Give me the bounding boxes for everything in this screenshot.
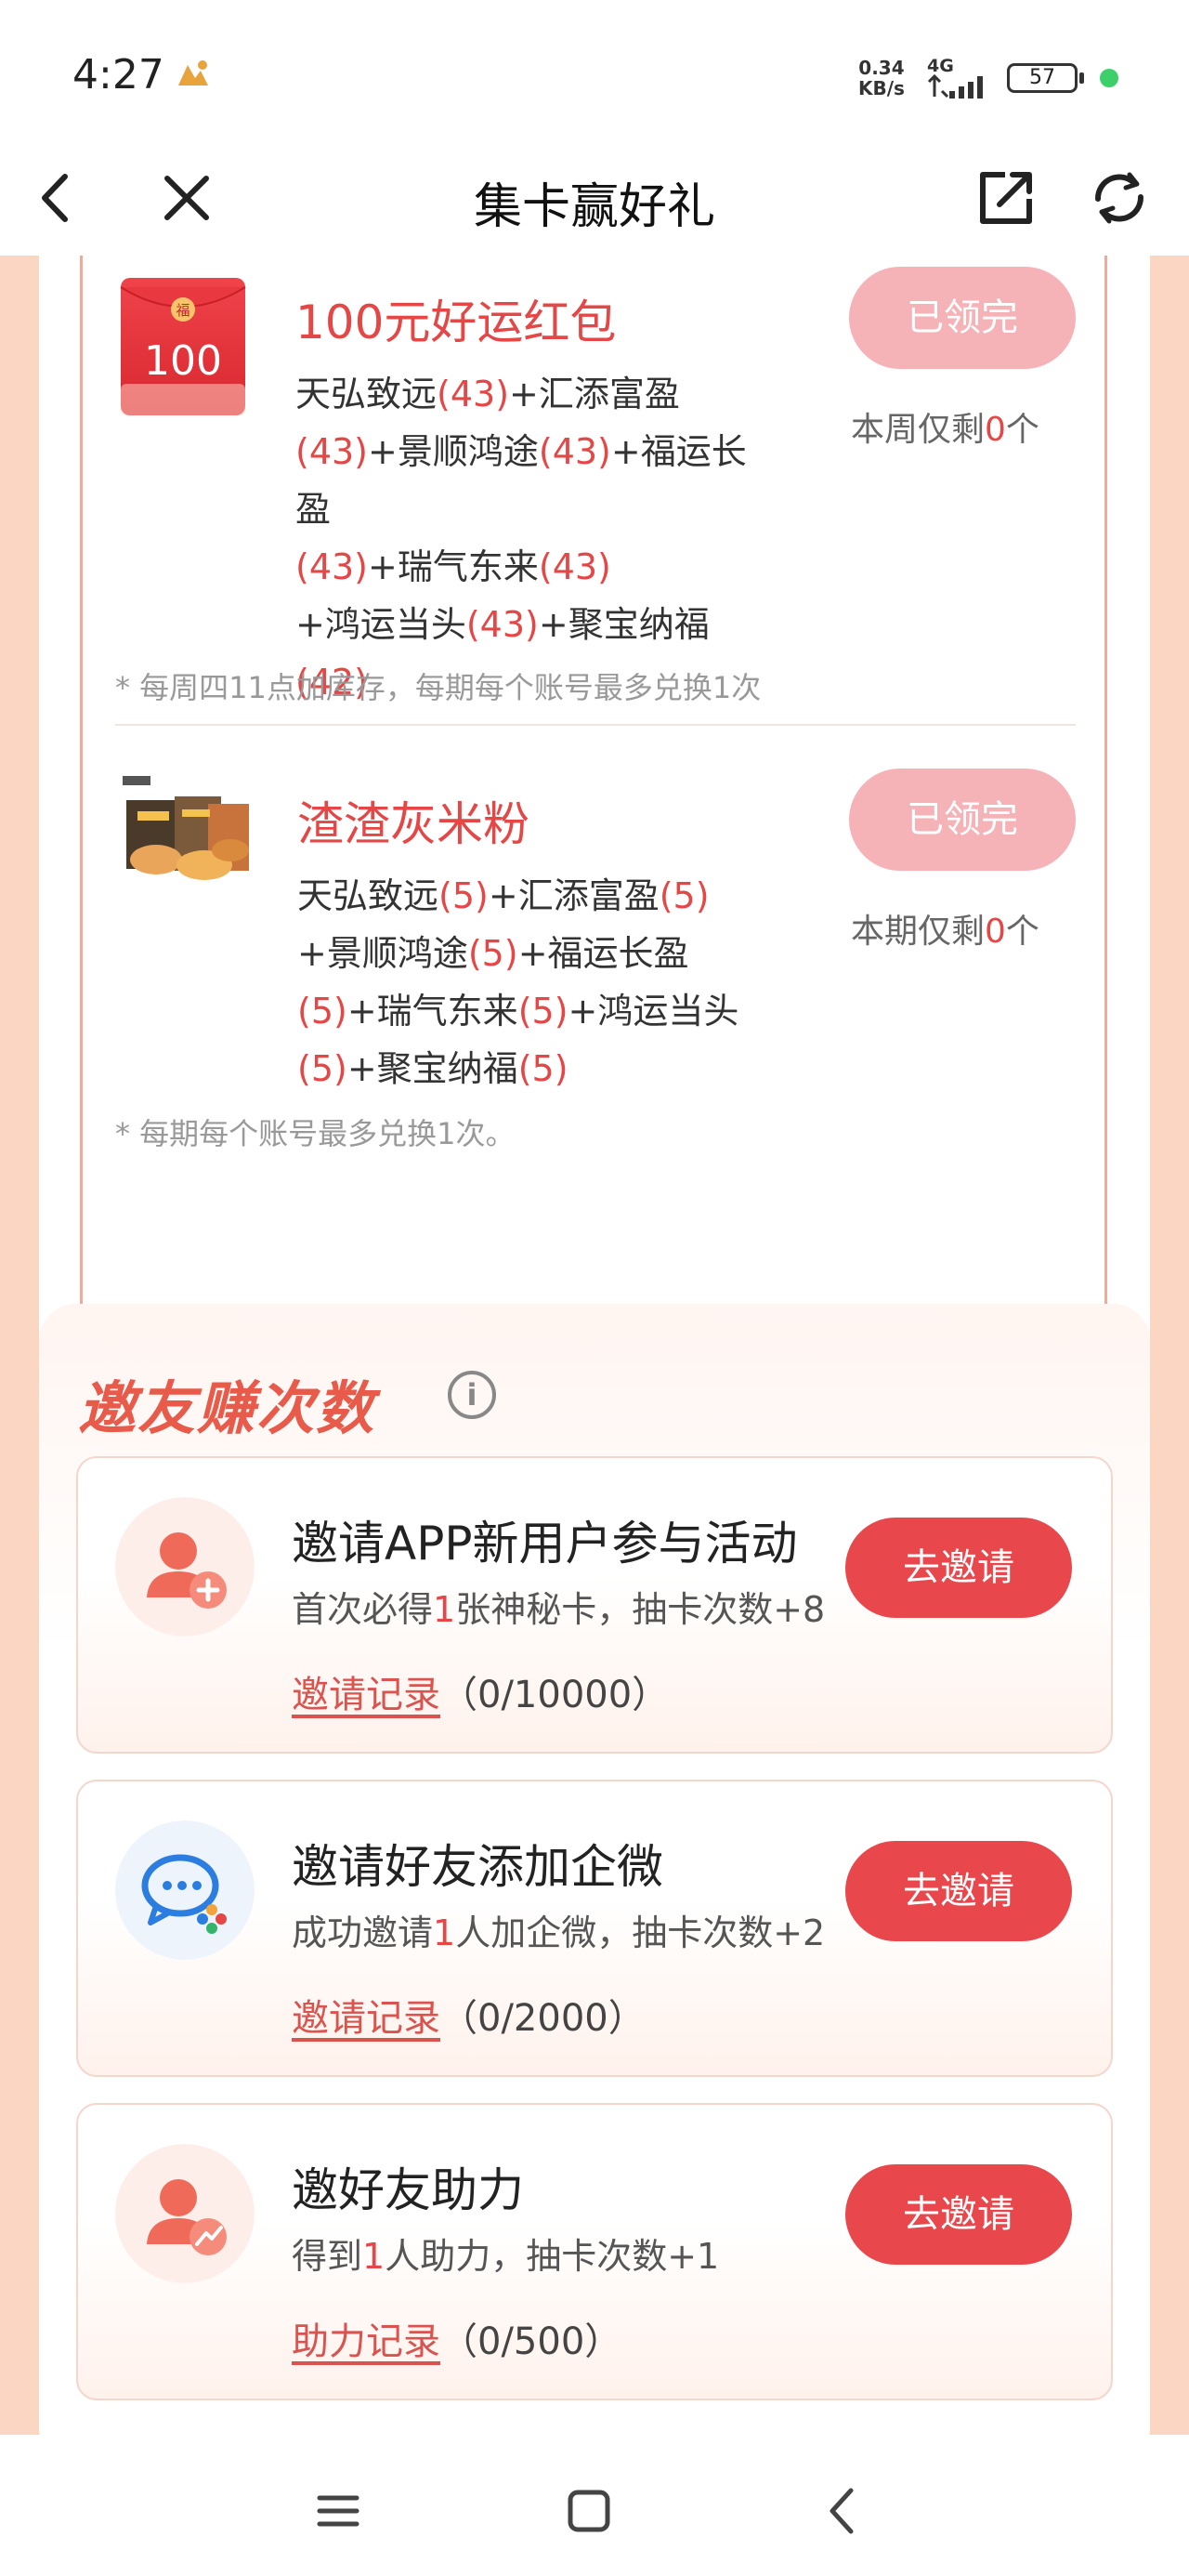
invite-task-card: 邀请好友添加企微 成功邀请1人加企微，抽卡次数+2 邀请记录 （0/2000） … [76,1780,1113,2077]
remaining-stock: 本期仅剩0个 [851,913,1039,951]
remaining-stock: 本周仅剩0个 [851,411,1039,449]
status-bar: 4:27 0.34 KB/s 4G 57 [0,0,1189,139]
battery-icon: 57 [1007,63,1078,93]
card-recipe: 天弘致远(43)+汇添富盈 (43)+景顺鸿途(43)+福运长盈 (43)+瑞气… [295,374,747,703]
info-icon[interactable]: i [448,1371,496,1419]
status-dot [1100,69,1118,87]
refresh-icon[interactable] [1087,165,1152,230]
badge-value: 100 [144,337,222,385]
red-packet-image: 福 100 [120,278,246,415]
page-content[interactable]: 福 100 100元好运红包 天弘致远(43)+汇添富盈 (43)+景顺鸿途(4… [0,256,1189,2435]
system-nav-bar [0,2435,1189,2576]
invite-button[interactable]: 去邀请 [845,1841,1072,1941]
status-time: 4:27 [72,51,164,99]
record-count: （0/500） [440,2320,622,2363]
task-desc: 成功邀请1人加企微，抽卡次数+2 [292,1912,826,1953]
rice-noodle-image [119,769,251,889]
claimed-button[interactable]: 已领完 [849,769,1076,871]
task-title: 邀好友助力 [292,2163,524,2217]
invite-record-link[interactable]: 邀请记录 [292,1988,440,2042]
back-nav-icon[interactable] [816,2483,871,2539]
card-recipe: 天弘致远(5)+汇添富盈(5) +景顺鸿途(5)+福运长盈 (5)+瑞气东来(5… [297,875,739,1089]
badge-char: 福 [176,302,189,319]
net-speed: 0.34 KB/s [858,57,905,99]
task-desc: 得到1人助力，抽卡次数+1 [292,2236,720,2277]
reward-note: * 每期每个账号最多兑换1次。 [115,1116,516,1151]
divider [115,724,1076,726]
invite-task-card: 邀请APP新用户参与活动 首次必得1张神秘卡，抽卡次数+8 邀请记录 （0/10… [76,1456,1113,1754]
record-count: （0/10000） [440,1674,670,1716]
task-desc: 首次必得1张神秘卡，抽卡次数+8 [292,1589,826,1630]
task-title: 邀请APP新用户参与活动 [292,1517,798,1571]
add-user-icon [115,1497,255,1636]
share-icon[interactable] [973,165,1039,230]
invite-button[interactable]: 去邀请 [845,1518,1072,1618]
reward-title: 渣渣灰米粉 [297,797,529,851]
section-title: 邀友赚次数 [78,1374,376,1442]
record-count: （0/2000） [440,1997,646,2040]
nav-bar: 集卡赢好礼 [0,139,1189,256]
reward-note: * 每周四11点加库存，每期每个账号最多兑换1次 [115,670,762,705]
app-notification-icon [178,60,208,85]
boost-user-icon [115,2144,255,2283]
network-type: 4G [927,56,954,76]
boost-record-link[interactable]: 助力记录 [292,2311,440,2365]
invite-record-link[interactable]: 邀请记录 [292,1664,440,1718]
reward-title: 100元好运红包 [295,296,617,349]
home-icon[interactable] [561,2483,617,2539]
invite-button[interactable]: 去邀请 [845,2164,1072,2265]
invite-task-card: 邀好友助力 得到1人助力，抽卡次数+1 助力记录 （0/500） 去邀请 [76,2103,1113,2400]
invite-panel: 邀友赚次数 i 邀请APP新用户参与活动 首次必得1张神秘卡，抽卡次数+8 邀请… [39,1304,1150,2435]
claimed-button[interactable]: 已领完 [849,267,1076,369]
battery-tip [1079,72,1084,84]
task-title: 邀请好友添加企微 [292,1840,663,1894]
menu-icon[interactable] [310,2483,366,2539]
wecom-chat-icon [115,1820,255,1960]
signal-icon [927,74,983,99]
